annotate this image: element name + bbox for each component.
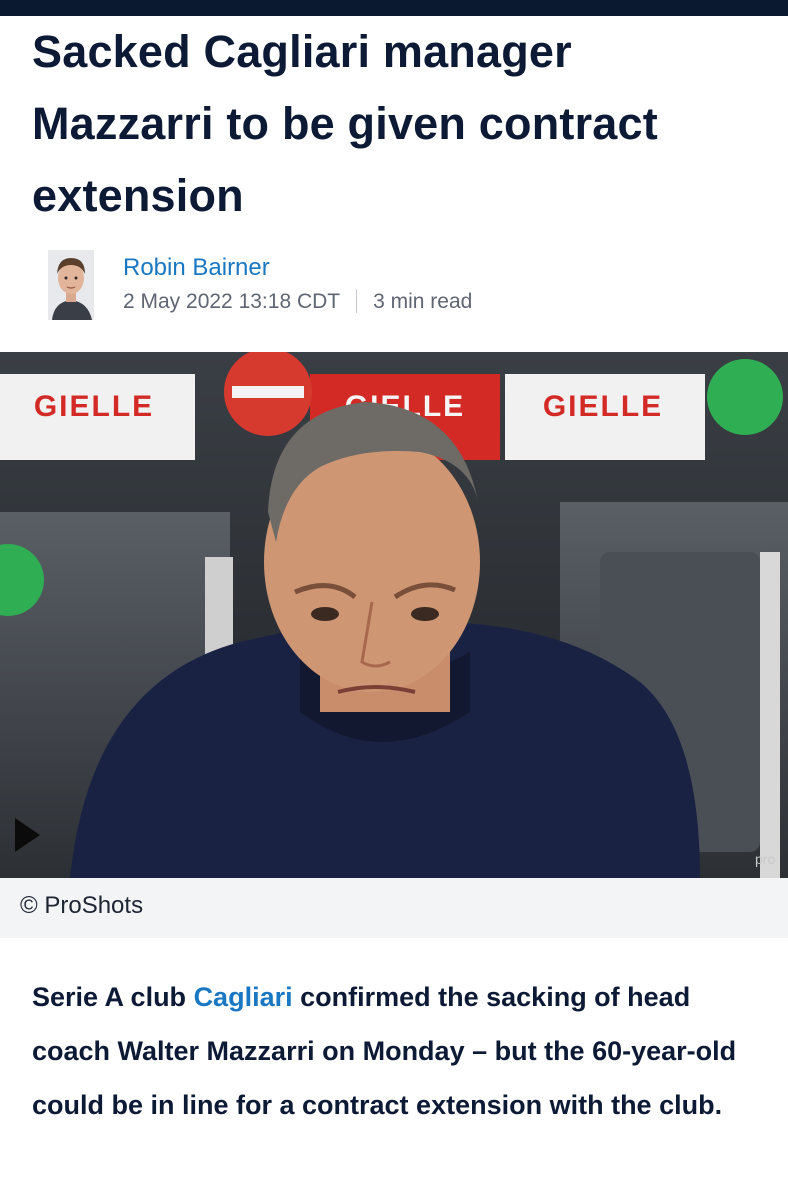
body-text-start: Serie A club bbox=[32, 982, 194, 1012]
article-body: Serie A club Cagliari confirmed the sack… bbox=[32, 970, 762, 1132]
byline: Robin Bairner 2 May 2022 13:18 CDT 3 min … bbox=[48, 248, 748, 324]
banner-text-left: GIELLE bbox=[34, 390, 154, 423]
author-avatar[interactable] bbox=[48, 250, 94, 320]
meta-divider bbox=[356, 289, 358, 313]
read-time: 3 min read bbox=[373, 290, 473, 313]
image-watermark: pro bbox=[755, 851, 775, 867]
banner-text-right: GIELLE bbox=[543, 390, 663, 423]
club-link-cagliari[interactable]: Cagliari bbox=[194, 982, 293, 1012]
image-credit-bar: © ProShots bbox=[0, 878, 788, 938]
top-bar bbox=[0, 0, 788, 16]
image-credit: © ProShots bbox=[20, 892, 144, 919]
article-headline: Sacked Cagliari manager Mazzarri to be g… bbox=[32, 26, 658, 221]
hero-image: GIELLE GIELLE GIELLE pro bbox=[0, 352, 788, 878]
publish-date: 2 May 2022 13:18 CDT bbox=[123, 290, 341, 313]
author-link[interactable]: Robin Bairner bbox=[123, 254, 270, 282]
play-arrow-icon[interactable] bbox=[12, 812, 44, 858]
article-meta: 2 May 2022 13:18 CDT 3 min read bbox=[123, 289, 472, 314]
